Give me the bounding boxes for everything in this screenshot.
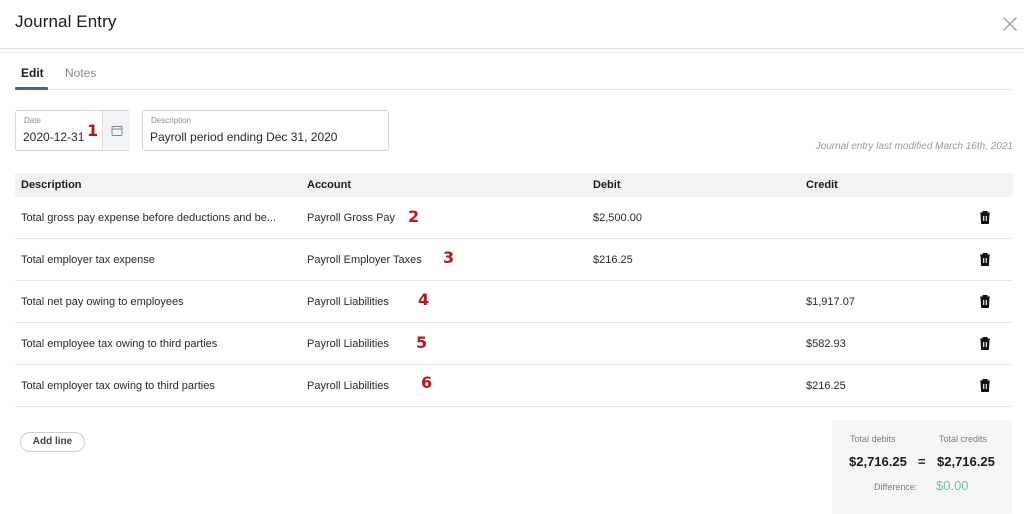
journal-entry-modal: Journal Entry Edit Notes Date 1 Descript… (0, 0, 1024, 514)
add-line-button[interactable]: Add line (20, 432, 85, 452)
trash-icon (980, 253, 990, 266)
tab-notes[interactable]: Notes (65, 66, 96, 80)
annotation-marker-1: 1 (87, 121, 99, 140)
trash-icon (980, 211, 990, 224)
row-account[interactable]: Payroll Liabilities (307, 380, 389, 392)
table-row[interactable]: Total gross pay expense before deduction… (15, 197, 1013, 239)
column-header-description: Description (21, 179, 82, 191)
journal-lines-table: Description Account Debit Credit Total g… (15, 173, 1013, 407)
modal-title: Journal Entry (15, 12, 117, 31)
delete-row-button[interactable] (978, 210, 992, 225)
calendar-button[interactable] (102, 111, 130, 150)
tab-bar: Edit Notes (15, 62, 1013, 90)
row-credit[interactable]: $1,917.07 (806, 296, 855, 308)
column-header-account: Account (307, 179, 351, 191)
equals-sign: = (918, 454, 926, 469)
delete-row-button[interactable] (978, 378, 992, 393)
modal-header: Journal Entry (0, 0, 1024, 53)
table-row[interactable]: Total employee tax owing to third partie… (15, 323, 1013, 365)
row-account[interactable]: Payroll Gross Pay (307, 212, 395, 224)
delete-row-button[interactable] (978, 294, 992, 309)
table-header: Description Account Debit Credit (15, 173, 1013, 197)
description-label: Description (151, 116, 192, 125)
total-debits-value: $2,716.25 (849, 454, 907, 469)
tab-edit[interactable]: Edit (21, 66, 44, 80)
column-header-credit: Credit (806, 179, 838, 191)
difference-value: $0.00 (936, 478, 969, 493)
row-debit[interactable]: $2,500.00 (593, 212, 642, 224)
row-account[interactable]: Payroll Employer Taxes (307, 254, 422, 266)
date-input[interactable] (23, 130, 89, 144)
row-account[interactable]: Payroll Liabilities (307, 296, 389, 308)
row-debit[interactable]: $216.25 (593, 254, 633, 266)
trash-icon (980, 295, 990, 308)
total-debits-label: Total debits (850, 434, 896, 444)
annotation-marker-2: 2 (408, 207, 420, 226)
table-row[interactable]: Total employer tax owing to third partie… (15, 365, 1013, 407)
total-credits-label: Total credits (939, 434, 988, 444)
trash-icon (980, 379, 990, 392)
annotation-marker-4: 4 (418, 290, 430, 309)
annotation-marker-6: 6 (421, 373, 433, 392)
totals-panel: Total debits Total credits $2,716.25 = $… (832, 420, 1012, 514)
table-row[interactable]: Total net pay owing to employees Payroll… (15, 281, 1013, 323)
date-field: Date (15, 110, 130, 151)
row-description[interactable]: Total net pay owing to employees (21, 296, 303, 308)
difference-label: Difference: (874, 482, 918, 492)
row-description[interactable]: Total employee tax owing to third partie… (21, 338, 303, 350)
annotation-marker-3: 3 (443, 248, 455, 267)
row-credit[interactable]: $216.25 (806, 380, 846, 392)
close-button[interactable] (1000, 14, 1020, 34)
row-description[interactable]: Total gross pay expense before deduction… (21, 212, 303, 224)
row-description[interactable]: Total employer tax expense (21, 254, 303, 266)
description-field: Description (142, 110, 389, 151)
row-credit[interactable]: $582.93 (806, 338, 846, 350)
active-tab-indicator (15, 87, 48, 90)
total-credits-value: $2,716.25 (937, 454, 995, 469)
description-input[interactable] (150, 130, 380, 144)
column-header-debit: Debit (593, 179, 621, 191)
row-description[interactable]: Total employer tax owing to third partie… (21, 380, 303, 392)
annotation-marker-5: 5 (416, 333, 428, 352)
calendar-icon (111, 125, 122, 136)
close-icon (1003, 17, 1017, 31)
trash-icon (980, 337, 990, 350)
delete-row-button[interactable] (978, 252, 992, 267)
delete-row-button[interactable] (978, 336, 992, 351)
date-label: Date (24, 116, 41, 125)
row-account[interactable]: Payroll Liabilities (307, 338, 389, 350)
last-modified-text: Journal entry last modified March 16th, … (815, 141, 1013, 152)
table-row[interactable]: Total employer tax expense Payroll Emplo… (15, 239, 1013, 281)
